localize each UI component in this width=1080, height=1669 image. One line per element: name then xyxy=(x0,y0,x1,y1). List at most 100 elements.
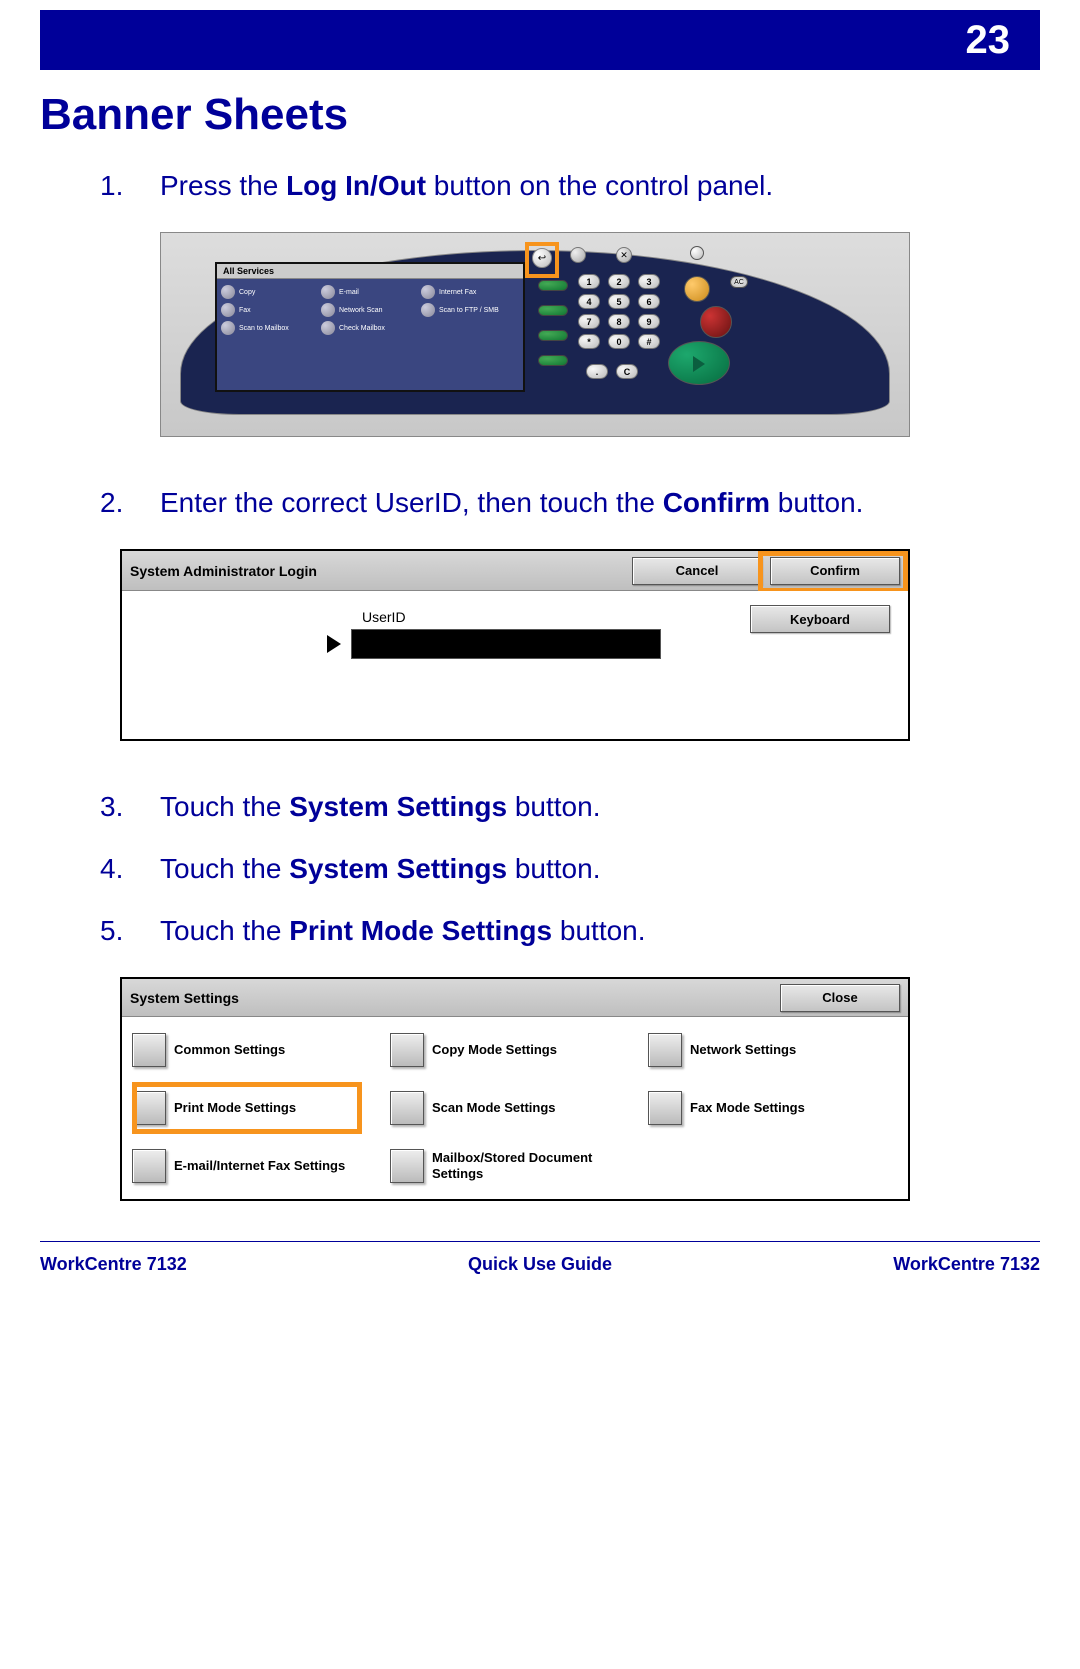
service-icon[interactable]: E-mail xyxy=(321,285,419,299)
keypad-key[interactable]: . xyxy=(586,364,608,379)
keypad-key[interactable]: 7 xyxy=(578,314,600,329)
settings-option-label: Fax Mode Settings xyxy=(690,1100,805,1116)
square-button-icon xyxy=(390,1091,424,1125)
dialog-title: System Settings xyxy=(130,990,772,1006)
square-button-icon xyxy=(648,1033,682,1067)
square-button-icon xyxy=(648,1091,682,1125)
service-icon[interactable]: Check Mailbox xyxy=(321,321,419,335)
service-label: Copy xyxy=(239,289,255,296)
keypad-key[interactable]: C xyxy=(616,364,638,379)
step-number: 2. xyxy=(100,487,160,519)
page-footer: WorkCentre 7132 Quick Use Guide WorkCent… xyxy=(40,1241,1040,1275)
settings-option[interactable]: Fax Mode Settings xyxy=(648,1091,898,1125)
clear-x-button[interactable]: ✕ xyxy=(616,247,632,263)
service-icon[interactable]: Copy xyxy=(221,285,319,299)
feature-button[interactable] xyxy=(538,330,568,341)
settings-option[interactable]: Common Settings xyxy=(132,1033,382,1067)
step-number: 5. xyxy=(100,915,160,947)
small-round-button[interactable] xyxy=(570,247,586,263)
keypad-key[interactable]: 5 xyxy=(608,294,630,309)
step-text: Touch the System Settings button. xyxy=(160,853,1040,885)
feature-button[interactable] xyxy=(538,280,568,291)
service-icon[interactable]: Scan to Mailbox xyxy=(221,321,319,335)
service-icon[interactable]: Network Scan xyxy=(321,303,419,317)
settings-option[interactable]: Scan Mode Settings xyxy=(390,1091,640,1125)
step-text: Enter the correct UserID, then touch the… xyxy=(160,487,1040,519)
step-number: 1. xyxy=(100,170,160,202)
system-settings-dialog: System Settings Close Common Settings Cop… xyxy=(120,977,910,1201)
feature-button[interactable] xyxy=(538,305,568,316)
page-number: 23 xyxy=(966,18,1011,63)
keyboard-button[interactable]: Keyboard xyxy=(750,605,890,633)
settings-option[interactable]: Copy Mode Settings xyxy=(390,1033,640,1067)
step-text: Press the Log In/Out button on the contr… xyxy=(160,170,1040,202)
service-label: Internet Fax xyxy=(439,289,476,296)
settings-option-label: Network Settings xyxy=(690,1042,796,1058)
start-button[interactable] xyxy=(668,341,730,385)
cursor-triangle-icon xyxy=(327,635,341,653)
footer-left: WorkCentre 7132 xyxy=(40,1254,187,1275)
square-button-icon xyxy=(132,1091,166,1125)
keypad-key[interactable]: 8 xyxy=(608,314,630,329)
keypad-key[interactable]: 3 xyxy=(638,274,660,289)
ac-button[interactable]: AC xyxy=(730,276,748,288)
settings-option[interactable]: Print Mode Settings xyxy=(132,1091,382,1125)
square-button-icon xyxy=(132,1149,166,1183)
close-button[interactable]: Close xyxy=(780,984,900,1012)
service-label: Fax xyxy=(239,307,251,314)
service-icon[interactable]: Internet Fax xyxy=(421,285,519,299)
service-glyph-icon xyxy=(221,303,235,317)
service-glyph-icon xyxy=(321,321,335,335)
settings-option[interactable]: Mailbox/Stored Document Settings xyxy=(390,1149,640,1183)
stop-button[interactable] xyxy=(700,306,732,338)
keypad-key[interactable]: 6 xyxy=(638,294,660,309)
keypad-key[interactable]: 4 xyxy=(578,294,600,309)
step-2: 2. Enter the correct UserID, then touch … xyxy=(100,487,1040,519)
service-icon[interactable]: Fax xyxy=(221,303,319,317)
touchscreen: All Services Copy E-mail Internet Fax Fax Ne… xyxy=(215,262,525,392)
settings-option[interactable]: E-mail/Internet Fax Settings xyxy=(132,1149,382,1183)
settings-option[interactable]: Network Settings xyxy=(648,1033,898,1067)
step-1: 1. Press the Log In/Out button on the co… xyxy=(100,170,1040,202)
keypad-key[interactable]: 2 xyxy=(608,274,630,289)
login-dialog: System Administrator Login Cancel Confir… xyxy=(120,549,910,741)
confirm-button[interactable]: Confirm xyxy=(770,557,900,585)
settings-option-label: Print Mode Settings xyxy=(174,1100,296,1116)
service-label: Network Scan xyxy=(339,307,383,314)
step-3: 3. Touch the System Settings button. xyxy=(100,791,1040,823)
service-glyph-icon xyxy=(321,285,335,299)
feature-button[interactable] xyxy=(538,355,568,366)
page-title: Banner Sheets xyxy=(40,90,1040,140)
step-text: Touch the Print Mode Settings button. xyxy=(160,915,1040,947)
userid-input[interactable] xyxy=(351,629,661,659)
service-label: Scan to FTP / SMB xyxy=(439,307,499,314)
square-button-icon xyxy=(390,1033,424,1067)
keypad-key[interactable]: 0 xyxy=(608,334,630,349)
settings-option-label: Mailbox/Stored Document Settings xyxy=(432,1150,640,1181)
step-4: 4. Touch the System Settings button. xyxy=(100,853,1040,885)
settings-option-label: Scan Mode Settings xyxy=(432,1100,556,1116)
footer-right: WorkCentre 7132 xyxy=(893,1254,1040,1275)
login-highlight-box xyxy=(525,242,559,278)
header-bar: 23 xyxy=(40,10,1040,70)
service-label: Scan to Mailbox xyxy=(239,325,289,332)
indicator-light xyxy=(690,246,704,260)
service-glyph-icon xyxy=(421,303,435,317)
all-services-tab[interactable]: All Services xyxy=(217,264,523,279)
step-text: Touch the System Settings button. xyxy=(160,791,1040,823)
settings-option-label: Copy Mode Settings xyxy=(432,1042,557,1058)
square-button-icon xyxy=(390,1149,424,1183)
service-icon[interactable]: Scan to FTP / SMB xyxy=(421,303,519,317)
keypad-key[interactable]: * xyxy=(578,334,600,349)
service-glyph-icon xyxy=(221,285,235,299)
cancel-button[interactable]: Cancel xyxy=(632,557,762,585)
interrupt-button[interactable] xyxy=(684,276,710,302)
step-number: 3. xyxy=(100,791,160,823)
keypad-key[interactable]: # xyxy=(638,334,660,349)
service-label: Check Mailbox xyxy=(339,325,385,332)
square-button-icon xyxy=(132,1033,166,1067)
keypad-key[interactable]: 9 xyxy=(638,314,660,329)
dialog-title: System Administrator Login xyxy=(130,563,624,579)
keypad-key[interactable]: 1 xyxy=(578,274,600,289)
service-glyph-icon xyxy=(321,303,335,317)
